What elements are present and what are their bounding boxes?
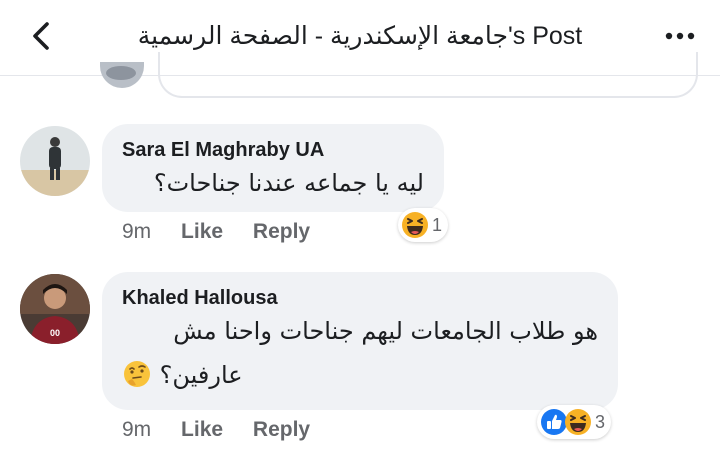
back-button[interactable] <box>24 18 60 54</box>
reaction-count: 1 <box>432 214 443 235</box>
ellipsis-icon <box>665 32 695 40</box>
comment-input[interactable] <box>158 52 698 98</box>
reactions-summary[interactable]: 3 <box>537 405 612 439</box>
comment-bubble: Khaled Hallousa هو طلاب الجامعات ليهم جن… <box>102 272 618 410</box>
svg-text:00: 00 <box>50 328 60 338</box>
chevron-left-icon <box>33 22 49 50</box>
comment-actions: 9m Like Reply <box>122 220 334 244</box>
thinking-face-icon <box>124 361 150 387</box>
comment-text-tail: عارفين؟ <box>159 361 243 389</box>
comment-time: 9m <box>122 418 152 441</box>
comment-text-line: عارفين؟ <box>122 354 598 396</box>
comment-time: 9m <box>122 220 152 243</box>
avatar[interactable]: 00 <box>20 274 90 344</box>
reaction-count: 3 <box>595 411 606 432</box>
comment-bubble: Sara El Maghraby UA ليه يا جماعه عندنا ج… <box>102 124 444 212</box>
previous-avatar <box>100 62 144 88</box>
reply-button[interactable]: Reply <box>253 220 310 244</box>
comment-actions: 9m Like Reply <box>122 418 334 442</box>
more-options-button[interactable] <box>662 20 698 52</box>
reactions-summary[interactable]: 1 <box>398 208 449 242</box>
reply-button[interactable]: Reply <box>253 418 310 442</box>
avatar[interactable] <box>20 126 90 196</box>
page-title: جامعة الإسكندرية - الصفحة الرسمية's Post <box>137 22 583 50</box>
comment-author[interactable]: Sara El Maghraby UA <box>122 138 424 162</box>
comment-author[interactable]: Khaled Hallousa <box>122 286 598 310</box>
haha-icon <box>565 409 591 435</box>
comment-text: ليه يا جماعه عندنا جناحات؟ <box>153 169 424 197</box>
like-button[interactable]: Like <box>181 220 223 244</box>
like-button[interactable]: Like <box>181 418 223 442</box>
haha-icon <box>402 212 428 238</box>
comment-text-line: هو طلاب الجامعات ليهم جناحات واحنا مش <box>173 317 598 345</box>
